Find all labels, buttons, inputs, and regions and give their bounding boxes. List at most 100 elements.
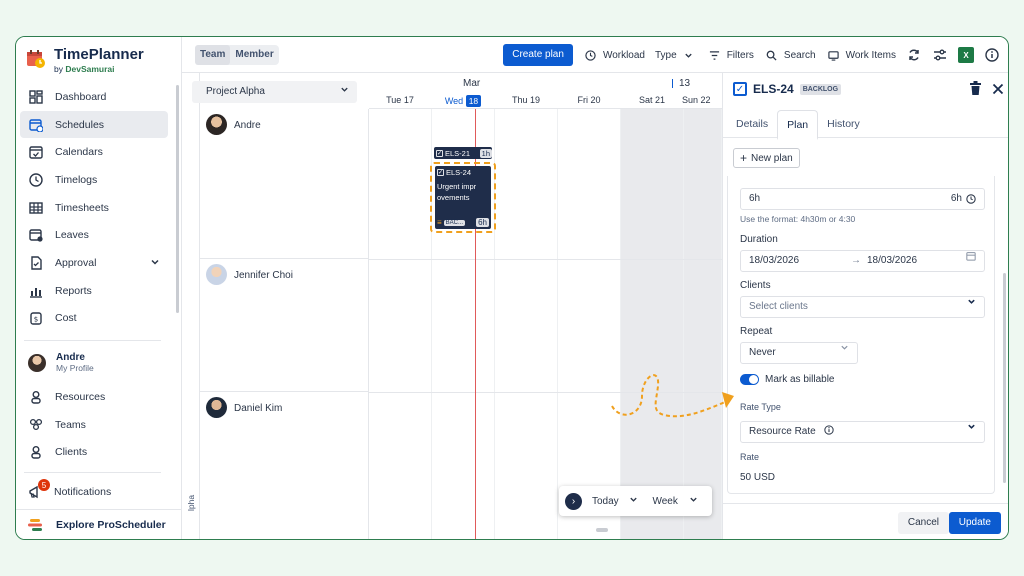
calendar-icon: [966, 252, 976, 261]
time-input[interactable]: 6h 6h: [740, 188, 985, 210]
duration-date-range[interactable]: 18/03/2026 → 18/03/2026: [740, 250, 985, 272]
day-header: Tue 17: [386, 95, 414, 105]
clients-select[interactable]: Select clients: [740, 296, 985, 318]
cancel-button[interactable]: Cancel: [897, 512, 949, 534]
trash-icon[interactable]: [969, 81, 982, 100]
rate-type-label: Rate Type: [740, 402, 781, 412]
chevron-down-icon: [841, 345, 848, 350]
week-view-dropdown[interactable]: Week: [652, 495, 697, 507]
avatar: [206, 114, 227, 135]
sidebar-item-approval[interactable]: Approval: [20, 249, 168, 277]
chevron-right-icon[interactable]: ›: [565, 492, 582, 510]
sidebar-item-timelogs[interactable]: Timelogs: [20, 166, 168, 194]
chevron-down-icon[interactable]: [150, 257, 160, 270]
resource-row[interactable]: Jennifer Choi: [200, 259, 369, 392]
sidebar-item-label: Schedules: [55, 118, 105, 131]
repeat-select[interactable]: Never: [740, 342, 858, 364]
type-dropdown[interactable]: Type: [655, 47, 697, 63]
resource-row[interactable]: Daniel Kim: [200, 392, 369, 539]
info-icon[interactable]: [984, 47, 1000, 63]
info-icon[interactable]: [824, 425, 835, 435]
work-items-label: Work Items: [845, 49, 896, 61]
day-header: Sat 21: [638, 95, 666, 105]
update-button[interactable]: Update: [948, 512, 1001, 534]
today-button[interactable]: Today: [592, 495, 638, 507]
chevron-down-icon: [968, 424, 975, 429]
project-select[interactable]: Project Alpha: [192, 81, 357, 103]
resource-row[interactable]: Andre: [200, 109, 369, 259]
sidebar-item-reports[interactable]: Reports: [20, 277, 168, 305]
work-items-button[interactable]: Work Items: [826, 47, 896, 63]
workload-button[interactable]: Workload: [583, 47, 645, 63]
month-label: Mar: [463, 78, 481, 89]
excel-export-icon[interactable]: X: [958, 47, 974, 63]
panel-scrollbar[interactable]: [1003, 273, 1006, 483]
profile-link[interactable]: Andre My Profile: [28, 352, 94, 373]
clock-icon: [583, 47, 599, 63]
billable-label: Mark as billable: [765, 374, 835, 385]
sidebar-scrollbar[interactable]: [176, 85, 179, 313]
day-column: [369, 109, 432, 539]
sidebar-item-label: Reports: [55, 284, 92, 297]
sidebar-item-clients[interactable]: Clients: [20, 438, 168, 466]
panel-header: ✓ ELS-24 BACKLOG: [733, 82, 842, 96]
refresh-icon[interactable]: [906, 47, 922, 63]
money-icon: $: [28, 310, 44, 326]
rate-type-select[interactable]: Resource Rate: [740, 421, 985, 443]
table-icon: [28, 200, 44, 216]
filters-button[interactable]: Filters: [707, 47, 754, 63]
task-bar-els-21[interactable]: ✓ ELS-21 1h: [434, 147, 492, 159]
sidebar-item-label: Clients: [55, 446, 88, 459]
sidebar-item-label: Resources: [55, 390, 106, 403]
day-column: [558, 109, 621, 539]
approval-icon: [28, 255, 44, 271]
tab-details[interactable]: Details: [727, 110, 777, 137]
sidebar-item-notifications[interactable]: 5 Notifications: [28, 479, 111, 499]
sidebar-item-label: Approval: [55, 256, 97, 269]
profile-subtitle: My Profile: [56, 363, 94, 373]
sidebar-divider: [24, 340, 161, 341]
collapsed-project-strip[interactable]: lpha: [182, 73, 200, 539]
toggle-switch[interactable]: [740, 374, 759, 385]
explore-label: Explore ProScheduler: [56, 518, 166, 531]
billable-toggle[interactable]: Mark as billable: [740, 374, 834, 385]
sidebar-nav-secondary: Resources Teams Clients: [20, 383, 168, 466]
sidebar-item-resources[interactable]: Resources: [20, 383, 168, 411]
calendar-clock-icon: [28, 117, 44, 133]
sidebar-item-dashboard[interactable]: Dashboard: [20, 83, 168, 111]
tab-history[interactable]: History: [818, 110, 869, 137]
client-icon: [28, 444, 44, 460]
sidebar-item-leaves[interactable]: Leaves: [20, 221, 168, 249]
day-header-today: Wed 18: [432, 95, 494, 107]
schedule-grid[interactable]: [369, 109, 722, 539]
new-plan-button[interactable]: + New plan: [733, 148, 800, 168]
sidebar-item-label: Calendars: [55, 146, 103, 159]
sidebar-item-label: Teams: [55, 418, 86, 431]
status-badge: BAC...: [443, 219, 466, 226]
sidebar-item-schedules[interactable]: Schedules: [20, 110, 168, 139]
sidebar-item-timesheets[interactable]: Timesheets: [20, 194, 168, 222]
chevron-down-icon: [968, 299, 975, 304]
horizontal-scroll-handle[interactable]: [596, 528, 608, 532]
sidebar-item-cost[interactable]: $ Cost: [20, 305, 168, 333]
resource-column: Andre Jennifer Choi Daniel Kim: [200, 109, 369, 539]
week-number: 13: [679, 78, 691, 89]
sidebar-item-calendars[interactable]: Calendars: [20, 138, 168, 166]
search-icon: [764, 47, 780, 63]
app-window: TimePlanner by DevSamurai Dashboard Sche…: [15, 36, 1009, 540]
create-plan-button[interactable]: Create plan: [503, 44, 573, 66]
settings-sliders-icon[interactable]: [932, 47, 948, 63]
close-icon[interactable]: [992, 82, 1004, 100]
weekend-column: [684, 109, 722, 539]
task-type-checkbox-icon: ✓: [733, 82, 747, 96]
tab-team[interactable]: Team: [195, 45, 231, 65]
filters-label: Filters: [726, 49, 754, 61]
sidebar-item-teams[interactable]: Teams: [20, 411, 168, 439]
explore-proscheduler-link[interactable]: Explore ProScheduler: [16, 509, 182, 539]
task-card-els-24[interactable]: ✓ ELS-24 Urgent impr ovements ≡ BAC... 6h: [435, 166, 491, 229]
tab-plan[interactable]: Plan: [777, 110, 819, 140]
tab-member[interactable]: Member: [230, 45, 278, 65]
search-button[interactable]: Search: [764, 47, 816, 63]
brand: TimePlanner by DevSamurai: [26, 46, 144, 74]
highlighted-task-outline: ✓ ELS-24 Urgent impr ovements ≡ BAC... 6h: [430, 162, 496, 233]
